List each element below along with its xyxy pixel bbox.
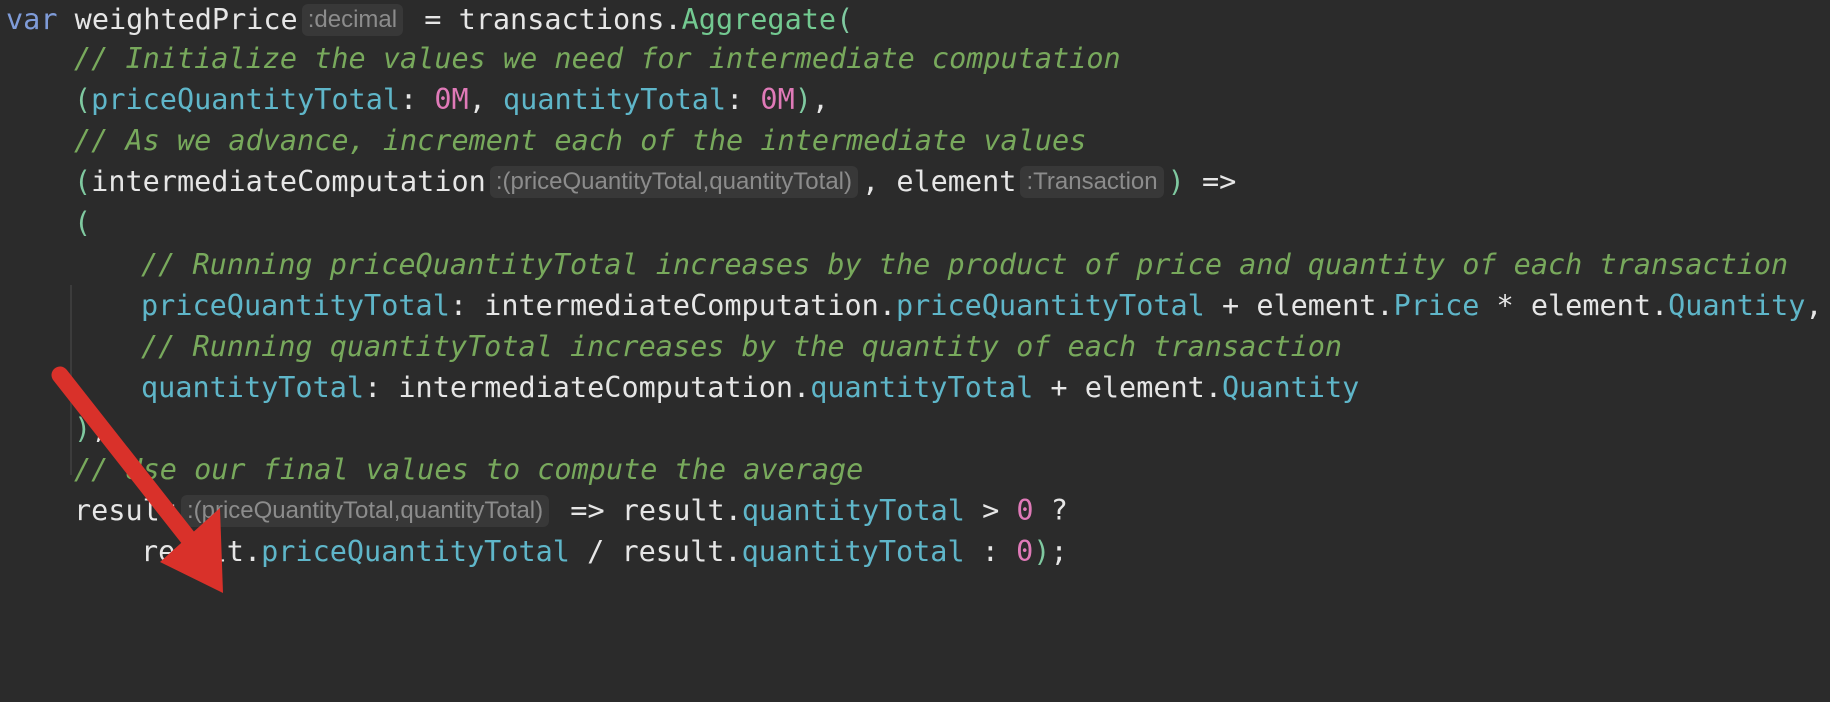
annotation-arrow-icon	[51, 366, 223, 593]
code-editor[interactable]: var weightedPrice:decimal = transactions…	[0, 0, 1830, 702]
